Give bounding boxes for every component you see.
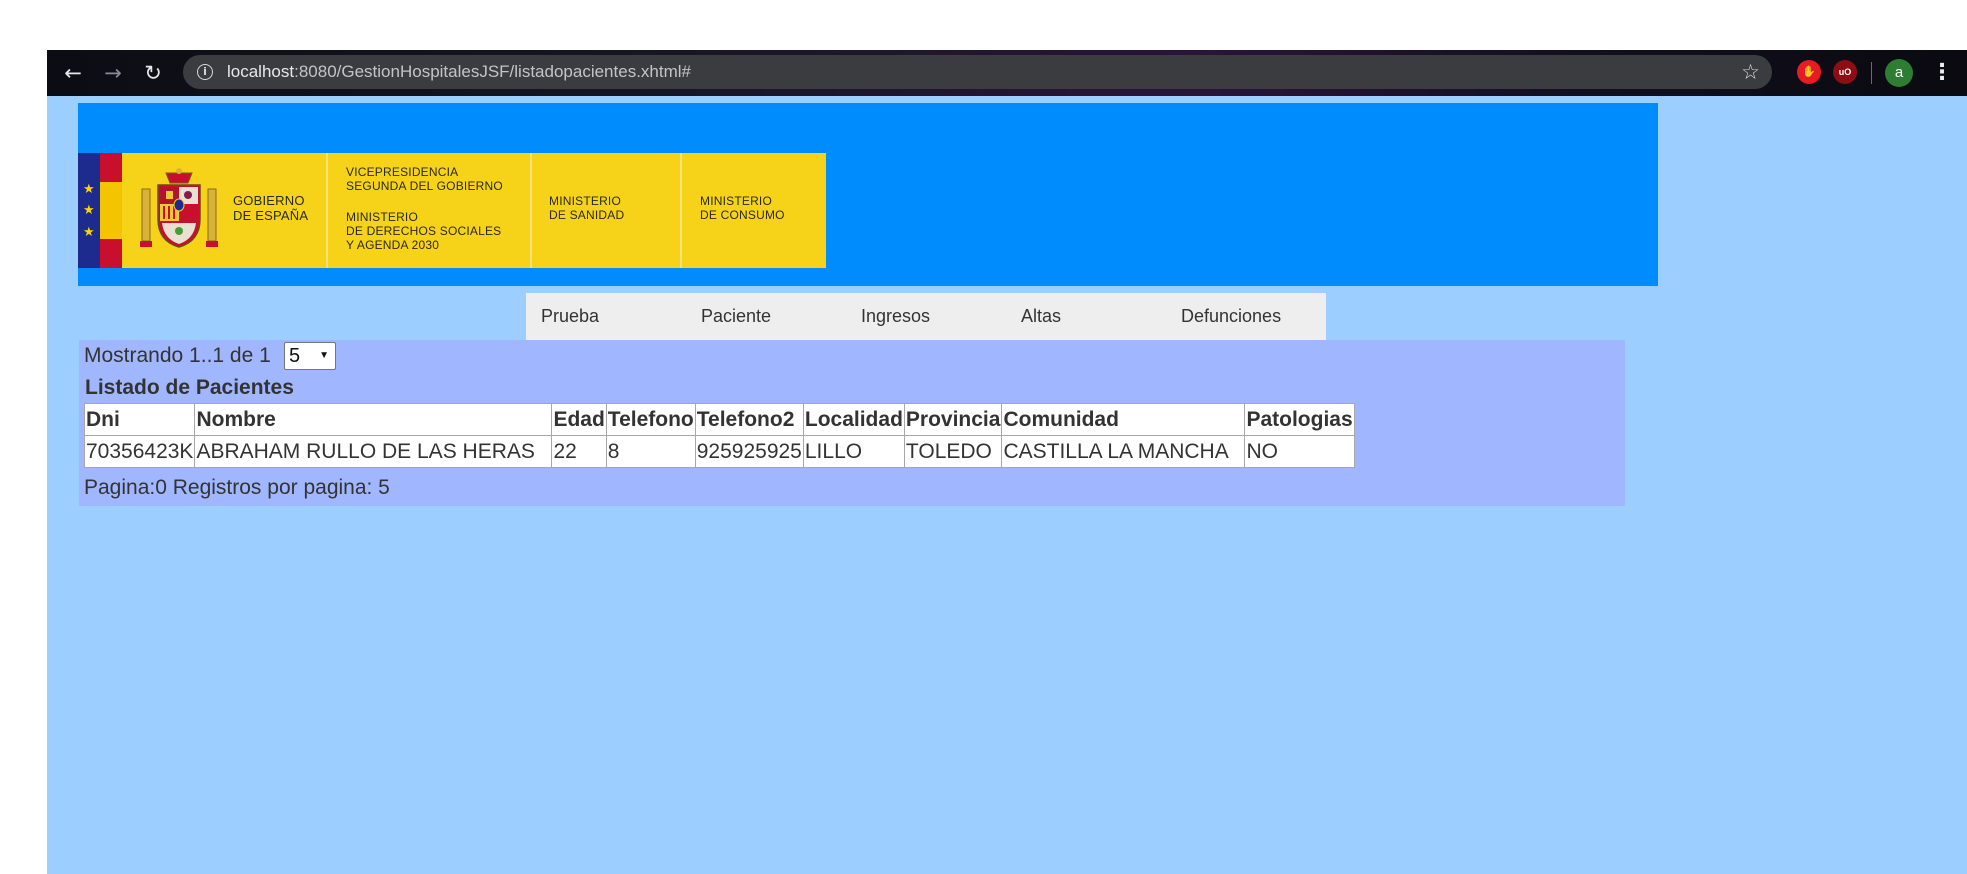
patient-listing-panel: Mostrando 1..1 de 1 5 ▼ Listado de Pacie… [79,340,1625,506]
nav-item-prueba[interactable]: Prueba [541,293,599,340]
header-banner: ★ ★ ★ GOBIERNO DE ESPAÑA VICEPRESIDENCIA… [78,103,1658,286]
url-host: localhost [227,62,295,81]
cell-dni: 70356423K [83,435,196,468]
coat-of-arms-icon [140,168,218,248]
column-header-telefono: Telefono [605,403,696,436]
browser-menu-icon[interactable]: ⋮ [1931,59,1953,87]
logo-divider [326,153,328,268]
address-bar[interactable]: i localhost:8080/GestionHospitalesJSF/li… [183,55,1772,89]
table-header-row: Dni Nombre Edad Telefono Telefono2 Local… [83,403,1355,436]
logo-gobierno-text: GOBIERNO DE ESPAÑA [233,193,309,223]
government-logo: ★ ★ ★ GOBIERNO DE ESPAÑA VICEPRESIDENCIA… [78,153,826,268]
adblock-extension-icon[interactable]: ✋ [1797,60,1821,84]
url-text[interactable]: localhost:8080/GestionHospitalesJSF/list… [227,55,691,89]
table-title: Listado de Pacientes [85,376,294,399]
table-row[interactable]: 70356423K ABRAHAM RULLO DE LAS HERAS 22 … [83,435,1355,468]
cell-edad: 22 [551,435,607,468]
spain-flag-red-top [100,153,122,182]
paginator-summary: Mostrando 1..1 de 1 [84,344,271,367]
nav-item-altas[interactable]: Altas [1021,293,1061,340]
nav-item-ingresos[interactable]: Ingresos [861,293,930,340]
spain-flag-yellow [100,182,122,239]
column-header-provincia: Provincia [903,403,1003,436]
ublock-extension-icon[interactable]: uO [1833,60,1857,84]
browser-toolbar: ← → ↻ i localhost:8080/GestionHospitales… [47,50,1967,96]
cell-nombre: ABRAHAM RULLO DE LAS HERAS [194,435,553,468]
column-header-comunidad: Comunidad [1001,403,1246,436]
forward-arrow-icon[interactable]: → [99,59,127,87]
cell-telefono: 8 [605,435,696,468]
column-header-telefono2: Telefono2 [694,403,804,436]
chevron-down-icon: ▼ [319,350,329,361]
spain-flag-red-bottom [100,239,122,268]
cell-telefono2: 925925925 [694,435,804,468]
column-header-edad: Edad [551,403,607,436]
nav-item-defunciones[interactable]: Defunciones [1181,293,1281,340]
logo-ministerio-sanidad-text: MINISTERIO DE SANIDAD [549,194,625,222]
eu-star-icon: ★ [83,203,95,218]
logo-divider [530,153,532,268]
column-header-nombre: Nombre [194,403,553,436]
patients-table: Listado de Pacientes Dni Nombre Edad Tel… [83,372,1355,468]
pagination-footer: Pagina:0 Registros por pagina: 5 [84,476,390,499]
eu-star-icon: ★ [83,182,95,197]
rows-per-page-value: 5 [289,345,301,367]
site-info-icon[interactable]: i [197,64,213,80]
rows-per-page-select[interactable]: 5 ▼ [284,342,336,370]
logo-ministerio-derechos-text: MINISTERIO DE DERECHOS SOCIALES Y AGENDA… [346,210,502,252]
logo-vicepresidencia-text: VICEPRESIDENCIA SEGUNDA DEL GOBIERNO [346,165,503,193]
eu-star-icon: ★ [83,225,95,240]
back-arrow-icon[interactable]: ← [59,59,87,87]
column-header-dni: Dni [83,403,196,436]
toolbar-separator [1871,62,1872,84]
browser-window: ← → ↻ i localhost:8080/GestionHospitales… [47,50,1967,874]
column-header-patologias: Patologias [1244,403,1355,436]
profile-avatar[interactable]: a [1885,59,1913,87]
cell-provincia: TOLEDO [903,435,1003,468]
url-path: :8080/GestionHospitalesJSF/listadopacien… [294,62,691,81]
cell-patologias: NO [1244,435,1355,468]
cell-comunidad: CASTILLA LA MANCHA [1001,435,1246,468]
main-nav: Prueba Paciente Ingresos Altas Defuncion… [526,293,1326,340]
logo-divider [680,153,682,268]
column-header-localidad: Localidad [802,403,905,436]
nav-item-paciente[interactable]: Paciente [701,293,771,340]
cell-localidad: LILLO [802,435,905,468]
bookmark-star-icon[interactable]: ☆ [1741,55,1760,89]
reload-icon[interactable]: ↻ [139,59,167,87]
logo-ministerio-consumo-text: MINISTERIO DE CONSUMO [700,194,785,222]
